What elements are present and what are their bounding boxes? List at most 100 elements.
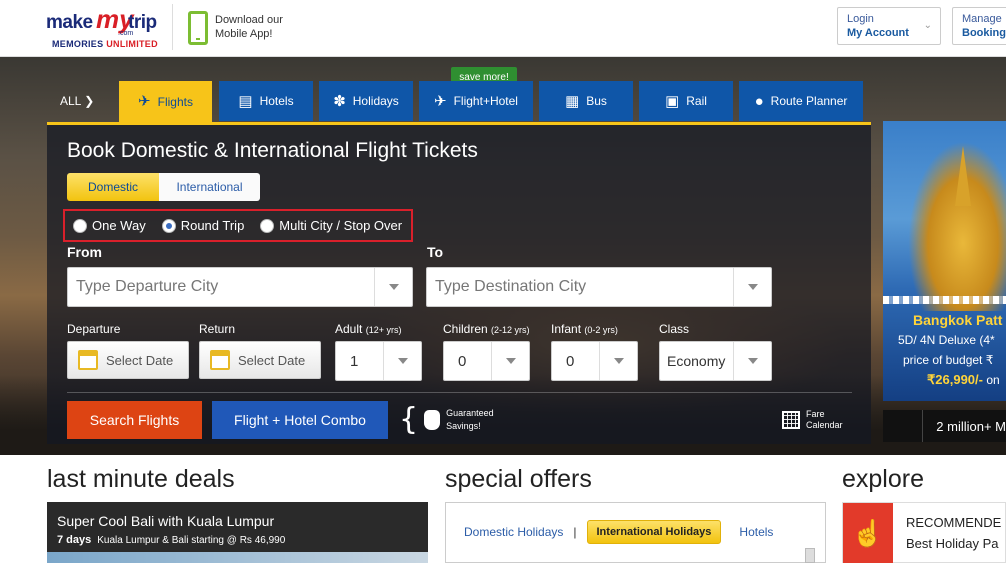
tab-rail[interactable]: ▣ Rail	[639, 81, 733, 121]
header-divider	[172, 4, 173, 50]
adult-count-select[interactable]: 1	[335, 341, 422, 381]
multi-city-label: Multi City / Stop Over	[279, 218, 403, 233]
mobile-phone-icon[interactable]	[188, 11, 208, 45]
tab-label: Flights	[157, 94, 193, 109]
return-label: Return	[199, 322, 236, 336]
round-trip-radio[interactable]: Round Trip	[161, 218, 245, 233]
promo-strip: 2 million+ M	[883, 410, 1006, 442]
dropdown-arrow-icon[interactable]	[733, 342, 771, 380]
children-count-value: 0	[458, 352, 467, 370]
tab-hotels-offers[interactable]: Hotels	[739, 525, 773, 539]
special-offers-box: Domestic Holidays | International Holida…	[445, 502, 826, 563]
domestic-option[interactable]: Domestic	[67, 173, 159, 201]
manage-label: Manage	[962, 13, 1002, 25]
all-products-menu[interactable]: ALL ❯	[60, 94, 94, 108]
infant-age-hint: (0-2 yrs)	[584, 325, 618, 335]
flight-hotel-icon: ✈	[434, 92, 447, 110]
radio-circle-selected	[161, 218, 176, 233]
one-way-radio[interactable]: One Way	[73, 218, 146, 233]
guaranteed-line: Guaranteed	[446, 408, 494, 418]
bookings-label: Bookings	[962, 27, 1006, 39]
tab-label: Rail	[686, 94, 707, 108]
tab-holidays[interactable]: ✽ Holidays	[319, 81, 413, 121]
infant-count-value: 0	[566, 352, 575, 370]
calendar-icon	[78, 350, 98, 370]
departure-date-text: Select Date	[106, 352, 174, 368]
login-dropdown[interactable]: Login My Account ⌄	[837, 7, 941, 45]
strip-text: 2 million+ M	[936, 418, 1006, 434]
children-label-text: Children	[443, 322, 488, 336]
money-bag-icon	[424, 410, 441, 430]
tab-label: Flight+Hotel	[453, 94, 518, 108]
international-option[interactable]: International	[159, 173, 260, 201]
dropdown-arrow-icon[interactable]	[599, 342, 637, 380]
deal-card[interactable]: Super Cool Bali with Kuala Lumpur 7 days…	[47, 502, 428, 563]
map-pin-icon: ●	[754, 92, 764, 110]
tab-label: Route Planner	[770, 94, 848, 108]
tab-route-planner[interactable]: ● Route Planner	[739, 81, 863, 121]
tab-label: Holidays	[352, 94, 399, 108]
children-count-select[interactable]: 0	[443, 341, 530, 381]
deal-details: 7 days Kuala Lumpur & Bali starting @ Rs …	[57, 534, 285, 546]
multi-city-radio[interactable]: Multi City / Stop Over	[260, 218, 402, 233]
promo-price: ₹26,990/- on	[927, 372, 1000, 388]
strip-divider	[883, 410, 924, 442]
class-label: Class	[659, 322, 690, 336]
tab-flight-hotel[interactable]: ✈ Flight+Hotel	[419, 81, 533, 121]
departure-city-placeholder: Type Departure City	[76, 278, 219, 295]
my-account-label: My Account	[847, 27, 909, 39]
fare-calendar-text: Fare Calendar	[806, 409, 843, 431]
promo-band	[883, 296, 1006, 304]
return-date-picker[interactable]: Select Date	[199, 341, 321, 379]
tab-bus[interactable]: ▦ Bus	[539, 81, 633, 121]
tab-label: Hotels	[259, 94, 294, 108]
logo-com: .com	[118, 30, 134, 37]
dropdown-arrow-icon[interactable]	[491, 342, 529, 380]
departure-city-input[interactable]: Type Departure City	[67, 267, 413, 307]
explore-line2: Best Holiday Pa	[906, 536, 999, 551]
plane-icon: ✈	[138, 93, 151, 110]
adult-label: Adult (12+ yrs)	[335, 322, 401, 336]
adult-count-value: 1	[350, 352, 359, 370]
calendar-icon	[210, 350, 230, 370]
promo-description: 5D/ 4N Deluxe (4*	[898, 333, 995, 347]
tab-domestic-holidays[interactable]: Domestic Holidays	[464, 525, 563, 539]
class-value: Economy	[667, 353, 726, 369]
mobile-app-link[interactable]: Download our Mobile App!	[215, 13, 305, 41]
domestic-international-toggle: Domestic International	[67, 173, 260, 201]
promo-price-suffix: on	[982, 373, 1000, 387]
dropdown-arrow-icon[interactable]	[733, 268, 771, 306]
fare-calendar-link[interactable]: Fare Calendar	[782, 409, 843, 431]
class-select[interactable]: Economy	[659, 341, 772, 381]
manage-bookings-link[interactable]: Manage Bookings	[952, 7, 1006, 45]
search-flights-button[interactable]: Search Flights	[67, 401, 202, 439]
tab-international-holidays[interactable]: International Holidays	[586, 520, 722, 544]
adult-age-hint: (12+ yrs)	[365, 325, 402, 335]
round-trip-label: Round Trip	[180, 218, 245, 233]
infant-label-text: Infant	[551, 322, 582, 336]
deal-days: 7 days	[57, 534, 92, 546]
tab-separator: |	[573, 525, 577, 539]
dropdown-arrow-icon[interactable]	[374, 268, 412, 306]
login-label: Login	[847, 13, 874, 25]
logo-make: make	[46, 12, 93, 33]
site-header: make my trip .com MEMORIES UNLIMITED Dow…	[0, 0, 1006, 57]
promo-price-value: ₹26,990/-	[927, 372, 983, 387]
dropdown-arrow-icon[interactable]	[383, 342, 421, 380]
deal-image	[47, 552, 428, 563]
infant-count-select[interactable]: 0	[551, 341, 638, 381]
deal-detail-text: Kuala Lumpur & Bali starting @ Rs 46,990	[97, 535, 286, 546]
flight-hotel-combo-button[interactable]: Flight + Hotel Combo	[212, 401, 388, 439]
explore-card[interactable]: ☝ RECOMMENDE Best Holiday Pa	[842, 502, 1006, 563]
destination-city-input[interactable]: Type Destination City	[426, 267, 772, 307]
from-label: From	[67, 244, 102, 260]
departure-date-picker[interactable]: Select Date	[67, 341, 189, 379]
tab-flights[interactable]: ✈ Flights	[119, 81, 212, 122]
to-label: To	[427, 244, 444, 260]
explore-line1: RECOMMENDE	[906, 515, 1002, 530]
offers-scrollbar[interactable]	[805, 548, 815, 563]
tab-hotels[interactable]: ▤ Hotels	[219, 81, 313, 121]
makemytrip-logo[interactable]: make my trip .com MEMORIES UNLIMITED	[46, 4, 166, 52]
bangkok-promo-banner[interactable]: Bangkok Patt 5D/ 4N Deluxe (4* price of …	[883, 121, 1006, 401]
children-age-hint: (2-12 yrs)	[491, 325, 530, 335]
